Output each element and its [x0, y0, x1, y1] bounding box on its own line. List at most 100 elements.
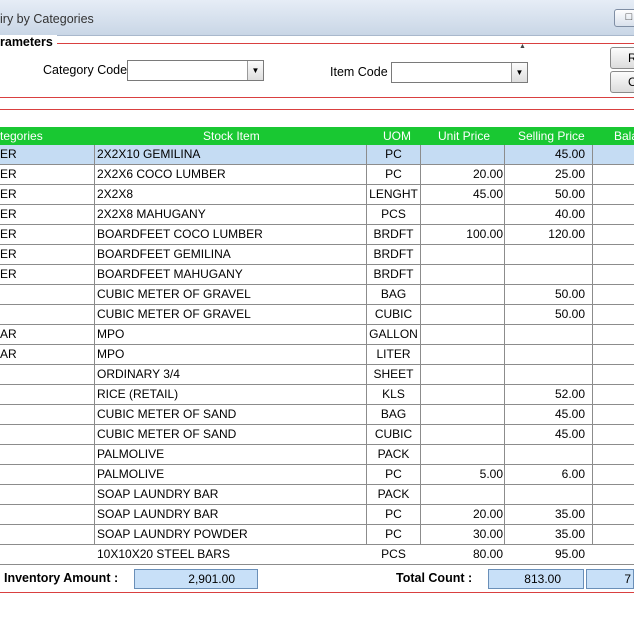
cell-unit [421, 425, 503, 445]
cell-item: 2X2X10 GEMILINA [97, 147, 201, 161]
inventory-amount-value: 2,901.00 [134, 569, 258, 589]
table-row[interactable]: CUBIC METER OF SAND BAG 45.00 [0, 405, 634, 425]
cell-item: SOAP LAUNDRY BAR [97, 487, 219, 501]
cell-sell: 50.00 [554, 187, 585, 201]
item-code-combo[interactable]: ▼ [391, 62, 528, 83]
cell-unit: 45.00 [472, 187, 503, 201]
table-row[interactable]: CUBIC METER OF GRAVEL BAG 50.00 [0, 285, 634, 305]
table-row[interactable]: PALMOLIVE PC 5.00 6.00 [0, 465, 634, 485]
table-row[interactable]: ORDINARY 3/4 SHEET [0, 365, 634, 385]
cell-unit: 30.00 [472, 527, 503, 541]
grid-border-top [0, 109, 634, 110]
cell-cat: AR [0, 347, 17, 361]
table-row[interactable]: AR MPO GALLON [0, 325, 634, 345]
cell-item: 10X10X20 STEEL BARS [97, 547, 230, 561]
cell-item: CUBIC METER OF GRAVEL [97, 307, 251, 321]
table-row[interactable]: SOAP LAUNDRY POWDER PC 30.00 35.00 [0, 525, 634, 545]
dropdown-arrow-icon[interactable]: ▼ [511, 63, 527, 82]
table-row[interactable]: PALMOLIVE PACK [0, 445, 634, 465]
cell-unit: 20.00 [472, 167, 503, 181]
cell-item: RICE (RETAIL) [97, 387, 179, 401]
cell-item: SOAP LAUNDRY POWDER [97, 527, 248, 541]
cell-sell: 45.00 [554, 407, 585, 421]
cell-item: CUBIC METER OF SAND [97, 407, 237, 421]
grid-header: tegories Stock Item UOM Unit Price Selli… [0, 127, 634, 145]
cell-unit [421, 305, 503, 325]
cell-uom: PACK [377, 447, 410, 461]
cell-cat [0, 405, 93, 425]
dropdown-arrow-icon[interactable]: ▼ [247, 61, 263, 80]
cell-sell [505, 265, 585, 285]
cell-cat [0, 505, 93, 525]
cell-sell: 45.00 [554, 427, 585, 441]
cell-sell: 50.00 [554, 287, 585, 301]
column-divider [366, 145, 367, 545]
header-unit-price[interactable]: Unit Price [438, 129, 490, 143]
table-row[interactable]: 10X10X20 STEEL BARS PCS 80.00 95.00 [0, 545, 634, 565]
cell-sell [505, 345, 585, 365]
cell-uom: BAG [380, 407, 407, 421]
cell-unit [421, 445, 503, 465]
table-row[interactable]: CUBIC METER OF GRAVEL CUBIC 50.00 [0, 305, 634, 325]
restore-button[interactable]: □ [614, 9, 634, 27]
cell-unit: 80.00 [472, 547, 503, 561]
cell-cat: ER [0, 207, 17, 221]
cell-item: PALMOLIVE [97, 447, 165, 461]
cell-item: BOARDFEET GEMILINA [97, 247, 231, 261]
window-title: iry by Categories [0, 12, 94, 26]
header-stock-item[interactable]: Stock Item [203, 129, 260, 143]
cell-uom: PACK [377, 487, 410, 501]
cell-sell [505, 365, 585, 385]
cell-sell: 120.00 [548, 227, 585, 241]
cell-cat [0, 485, 93, 505]
cell-item: CUBIC METER OF SAND [97, 427, 237, 441]
cell-cat [0, 365, 93, 385]
header-selling-price[interactable]: Selling Price [518, 129, 585, 143]
cell-cat [0, 465, 93, 485]
table-row[interactable]: ER 2X2X8 LENGHT 45.00 50.00 [0, 185, 634, 205]
title-bar: iry by Categories □ [0, 0, 634, 36]
cell-sell [505, 245, 585, 265]
cell-sell: 52.00 [554, 387, 585, 401]
column-divider [420, 145, 421, 545]
cell-item: BOARDFEET COCO LUMBER [97, 227, 263, 241]
table-row[interactable]: ER BOARDFEET GEMILINA BRDFT [0, 245, 634, 265]
total-count-value: 813.00 [488, 569, 584, 589]
clear-button[interactable]: C [610, 71, 634, 93]
cell-item: 2X2X8 [97, 187, 134, 201]
table-row[interactable]: ER 2X2X6 COCO LUMBER PC 20.00 25.00 [0, 165, 634, 185]
table-row[interactable]: ER 2X2X8 MAHUGANY PCS 40.00 [0, 205, 634, 225]
table-row[interactable]: SOAP LAUNDRY BAR PC 20.00 35.00 [0, 505, 634, 525]
inventory-amount-label: Inventory Amount : [4, 571, 119, 585]
cell-unit: 100.00 [466, 227, 503, 241]
table-row[interactable]: ER BOARDFEET COCO LUMBER BRDFT 100.00 120.00 [0, 225, 634, 245]
cell-cat: ER [0, 267, 17, 281]
cell-unit: 5.00 [479, 467, 503, 481]
item-code-label: Item Code [330, 65, 388, 79]
table-row[interactable]: SOAP LAUNDRY BAR PACK [0, 485, 634, 505]
cell-cat [0, 385, 93, 405]
table-row[interactable]: ER 2X2X10 GEMILINA PC 45.00 [0, 145, 634, 165]
cell-item: 2X2X8 MAHUGANY [97, 207, 206, 221]
cell-cat: AR [0, 327, 17, 341]
cell-sell: 6.00 [561, 467, 585, 481]
caret-up-icon: ▲ [519, 43, 526, 50]
cell-unit [421, 265, 503, 285]
table-row[interactable]: CUBIC METER OF SAND CUBIC 45.00 [0, 425, 634, 445]
header-categories[interactable]: tegories [0, 129, 43, 143]
header-balance[interactable]: Bala [614, 129, 634, 143]
cell-sell [505, 485, 585, 505]
cell-unit [421, 385, 503, 405]
table-row[interactable]: ER BOARDFEET MAHUGANY BRDFT [0, 265, 634, 285]
table-row[interactable]: RICE (RETAIL) KLS 52.00 [0, 385, 634, 405]
cell-uom: PC [385, 527, 402, 541]
header-uom[interactable]: UOM [383, 129, 411, 143]
cell-uom: PCS [381, 207, 406, 221]
table-row[interactable]: AR MPO LITER [0, 345, 634, 365]
cell-cat [0, 525, 93, 545]
cell-unit [421, 285, 503, 305]
cell-uom: CUBIC [374, 427, 413, 441]
refresh-button[interactable]: R [610, 47, 634, 69]
cell-uom: PC [385, 507, 402, 521]
category-code-combo[interactable]: ▼ [127, 60, 264, 81]
